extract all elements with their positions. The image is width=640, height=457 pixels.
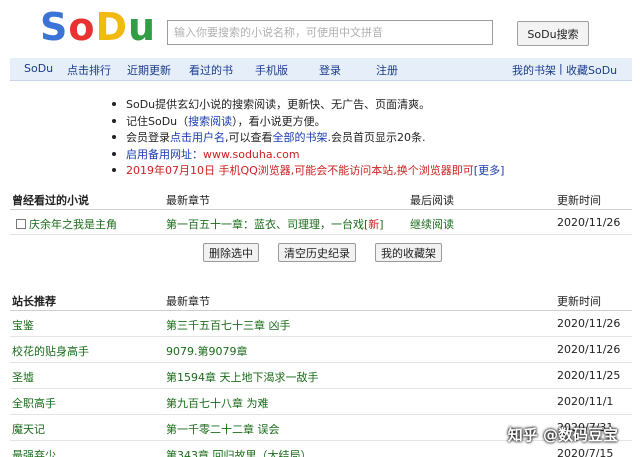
table-row: 校花的贴身高手 9079.第9079章 2020/11/26 [10, 337, 632, 363]
book-cell: 庆余年之我是主角 [16, 216, 117, 232]
nav-favorite[interactable]: 收藏SoDu [566, 62, 617, 78]
col-update-time: 更新时间 [557, 295, 601, 308]
table-header: 站长推荐 最新章节 更新时间 [10, 287, 632, 311]
notice-item: 2019年07月10日 手机QQ浏览器,可能会不能访问本站,换个浏览器即可[更多… [110, 162, 590, 179]
table-row: 宝鉴 第三千五百七十三章 凶手 2020/11/26 [10, 311, 632, 337]
history-actions: 删除选中 清空历史纪录 我的收藏架 [0, 243, 640, 265]
table-header: 曾经看过的小说 最新章节 最后阅读 更新时间 [10, 186, 632, 210]
chapter-link[interactable]: 第九百七十八章 为难 [166, 395, 269, 411]
book-title-link[interactable]: 全职高手 [12, 395, 56, 411]
logo-letter: o [68, 5, 96, 49]
clear-history-button[interactable]: 清空历史纪录 [278, 243, 356, 262]
table-row: 庆余年之我是主角 第一百五十一章：蓝衣、司理理，一台戏[新] 继续阅读 2020… [10, 210, 632, 235]
notice-text: SoDu提供玄幻小说的搜索阅读，更新快、无广告、页面清爽。 [126, 98, 431, 111]
book-title-link[interactable]: 宝鉴 [12, 317, 34, 333]
nav-register[interactable]: 注册 [376, 62, 398, 78]
logo-letter: S [40, 5, 69, 49]
chapter-link[interactable]: 第343章 回归故里（大结局） [166, 447, 312, 457]
username-link[interactable]: 点击用户名 [170, 131, 225, 144]
delete-selected-button[interactable]: 删除选中 [203, 243, 259, 262]
header: SoDu SoDu搜索 [0, 0, 640, 58]
bullet [112, 168, 116, 172]
book-title-link[interactable]: 庆余年之我是主角 [29, 218, 117, 231]
update-time: 2020/11/25 [557, 369, 621, 382]
notice-text: ,可以查看 [225, 131, 273, 144]
notice-item: 启用备用网址：www.soduha.com [110, 146, 590, 163]
book-title-link[interactable]: 校花的贴身高手 [12, 343, 89, 359]
history-table: 曾经看过的小说 最新章节 最后阅读 更新时间 庆余年之我是主角 第一百五十一章：… [10, 186, 632, 235]
notice-text: .会员首页显示20条. [327, 131, 426, 144]
nav-login[interactable]: 登录 [319, 62, 341, 78]
col-title: 站长推荐 [12, 295, 56, 308]
nav-rank[interactable]: 点击排行 [67, 62, 111, 78]
my-favorites-button[interactable]: 我的收藏架 [375, 243, 442, 262]
book-title-link[interactable]: 魔天记 [12, 421, 45, 437]
all-bookshelf-link[interactable]: 全部的书架 [273, 131, 328, 144]
notice-text: 记住SoDu（ [126, 114, 189, 128]
chapter-link[interactable]: 9079.第9079章 [166, 343, 248, 359]
search-input[interactable] [167, 20, 493, 45]
nav-bookshelf[interactable]: 我的书架 [512, 62, 556, 78]
notice-text: ），看小说更方便。 [232, 114, 326, 128]
bullet [112, 102, 116, 106]
search-read-link[interactable]: 搜索阅读 [188, 115, 232, 128]
notice-text: 会员登录 [126, 131, 170, 144]
continue-reading-link[interactable]: 继续阅读 [410, 216, 454, 232]
table-row: 圣墟 第1594章 天上地下渴求一敌手 2020/11/25 [10, 363, 632, 389]
sodu-logo[interactable]: SoDu [40, 4, 156, 50]
book-title-link[interactable]: 最强弃少 [12, 447, 56, 457]
notice-item: 会员登录点击用户名,可以查看全部的书架.会员首页显示20条. [110, 129, 590, 146]
nav-home[interactable]: SoDu [24, 62, 53, 75]
update-time: 2020/11/26 [557, 317, 621, 330]
backup-url-link[interactable]: www.soduha.com [203, 148, 300, 161]
search-button[interactable]: SoDu搜索 [517, 21, 589, 46]
update-time: 2020/11/26 [557, 343, 621, 356]
chapter-text: 第一百五十一章：蓝衣、司理理，一台戏[ [166, 218, 369, 231]
chapter-link[interactable]: 第一千零二十二章 误会 [166, 421, 280, 437]
update-time: 2020/11/1 [557, 395, 614, 408]
chapter-text: ] [379, 218, 384, 231]
new-badge: 新 [368, 218, 380, 231]
chapter-link[interactable]: 第三千五百七十三章 凶手 [166, 317, 291, 333]
notice-item: 记住SoDu（搜索阅读），看小说更方便。 [110, 113, 590, 130]
notice-item: SoDu提供玄幻小说的搜索阅读，更新快、无广告、页面清爽。 [110, 96, 590, 113]
notice-list: SoDu提供玄幻小说的搜索阅读，更新快、无广告、页面清爽。 记住SoDu（搜索阅… [110, 96, 590, 179]
bullet [112, 118, 116, 123]
nav-bar: SoDu 点击排行 近期更新 看过的书 手机版 登录 注册 我的书架 | 收藏S… [10, 58, 632, 81]
nav-history[interactable]: 看过的书 [189, 62, 233, 78]
logo-letter: u [128, 5, 157, 49]
watermark: 知乎 @数码豆宝 [507, 426, 618, 444]
nav-recent[interactable]: 近期更新 [127, 62, 171, 78]
notice-text: 启用备用网址： [126, 147, 203, 161]
notice-text: 2019年07月10日 手机QQ浏览器,可能会不能访问本站,换个浏览器即可 [126, 164, 474, 177]
logo-letter: D [95, 5, 129, 49]
col-chapter: 最新章节 [166, 194, 210, 207]
table-row: 全职高手 第九百七十八章 为难 2020/11/1 [10, 389, 632, 415]
nav-mobile[interactable]: 手机版 [255, 62, 288, 78]
more-link[interactable]: [更多] [474, 164, 505, 177]
col-last-read: 最后阅读 [410, 194, 454, 207]
chapter-link[interactable]: 第一百五十一章：蓝衣、司理理，一台戏[新] [166, 216, 384, 232]
col-chapter: 最新章节 [166, 295, 210, 308]
select-checkbox[interactable] [16, 219, 26, 229]
bullet [112, 135, 116, 139]
book-title-link[interactable]: 圣墟 [12, 369, 34, 385]
update-time: 2020/7/15 [557, 447, 614, 457]
chapter-link[interactable]: 第1594章 天上地下渴求一敌手 [166, 369, 319, 385]
col-update-time: 更新时间 [557, 194, 601, 207]
bullet [112, 151, 116, 156]
update-time: 2020/11/26 [557, 216, 621, 229]
col-title: 曾经看过的小说 [12, 194, 89, 207]
nav-separator: | [559, 62, 563, 75]
